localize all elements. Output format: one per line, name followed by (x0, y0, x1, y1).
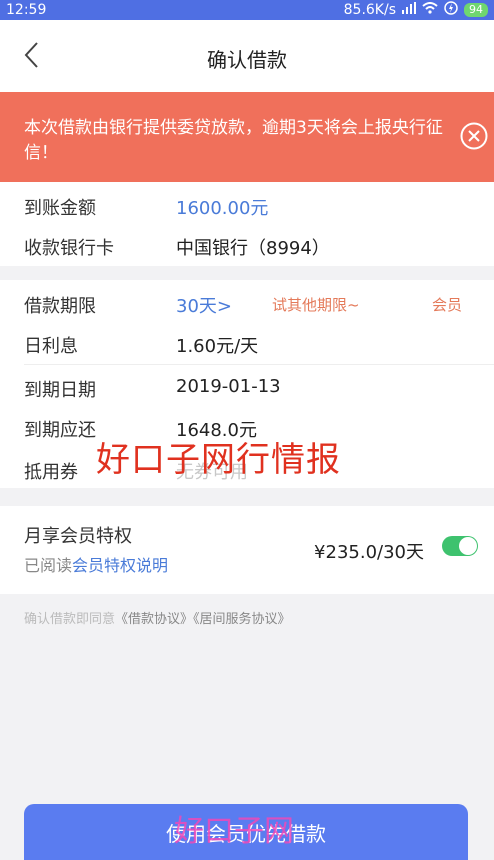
interest-label: 日利息 (24, 336, 78, 357)
due-date-value: 2019-01-13 (176, 376, 281, 397)
alert-message: 本次借款由银行提供委贷放款，逾期3天将会上报央行征信！ (24, 118, 443, 163)
due-date-label: 到期日期 (24, 380, 96, 401)
battery-indicator: 94 (464, 3, 488, 17)
network-speed: 85.6K/s (343, 2, 396, 18)
member-hint: 会员 (432, 296, 463, 314)
service-agreement-link[interactable]: 《居间服务协议》 (193, 612, 291, 627)
membership-toggle[interactable] (442, 536, 478, 556)
status-time: 12:59 (6, 2, 47, 18)
agreement-prefix: 确认借款即同意 (24, 612, 116, 627)
repay-label: 到期应还 (24, 420, 96, 441)
receive-card: 到账金额 1600.00元 收款银行卡 中国银行（8994） (0, 182, 494, 266)
close-circle-icon (460, 122, 488, 150)
agreement-text: 确认借款即同意《借款协议》《居间服务协议》 (24, 608, 291, 627)
bank-card-value[interactable]: 中国银行（8994） (176, 234, 330, 260)
term-selector[interactable]: 30天> (176, 292, 232, 318)
status-icons: 85.6K/s 94 (344, 1, 488, 19)
term-hint[interactable]: 试其他期限~ (272, 294, 360, 315)
membership-read-text: 已阅读会员特权说明 (24, 552, 168, 576)
coupon-label: 抵用券 (24, 462, 78, 483)
loan-agreement-link[interactable]: 《借款协议》 (115, 612, 193, 627)
overdue-alert-banner: 本次借款由银行提供委贷放款，逾期3天将会上报央行征信！ (0, 92, 494, 182)
term-label: 借款期限 (24, 296, 96, 317)
membership-card: 月享会员特权 已阅读会员特权说明 ¥235.0/30天 (0, 506, 494, 594)
watermark-text: 好口子网行情报 (96, 440, 341, 480)
membership-price: ¥235.0/30天 (314, 542, 424, 563)
read-prefix: 已阅读 (24, 556, 73, 575)
signal-icon (402, 2, 416, 18)
amount-value: 1600.00元 (176, 198, 269, 219)
toggle-knob (459, 537, 477, 555)
membership-title: 月享会员特权 (24, 526, 132, 547)
interest-value: 1.60元/天 (176, 336, 259, 357)
bank-card-label: 收款银行卡 (24, 238, 114, 259)
app-header: 确认借款 (0, 20, 494, 92)
status-bar: 12:59 85.6K/s 94 (0, 0, 494, 20)
page-title: 确认借款 (207, 48, 287, 72)
wifi-icon (422, 2, 438, 18)
logo-watermark: 好口子网 (174, 814, 294, 849)
divider (24, 364, 494, 365)
charging-icon (444, 1, 458, 19)
amount-label: 到账金额 (24, 198, 96, 219)
member-priority-loan-button[interactable]: 使用会员优先借款 好口子网 (24, 804, 468, 860)
membership-terms-link[interactable]: 会员特权说明 (72, 556, 168, 575)
alert-close-button[interactable] (460, 122, 488, 150)
